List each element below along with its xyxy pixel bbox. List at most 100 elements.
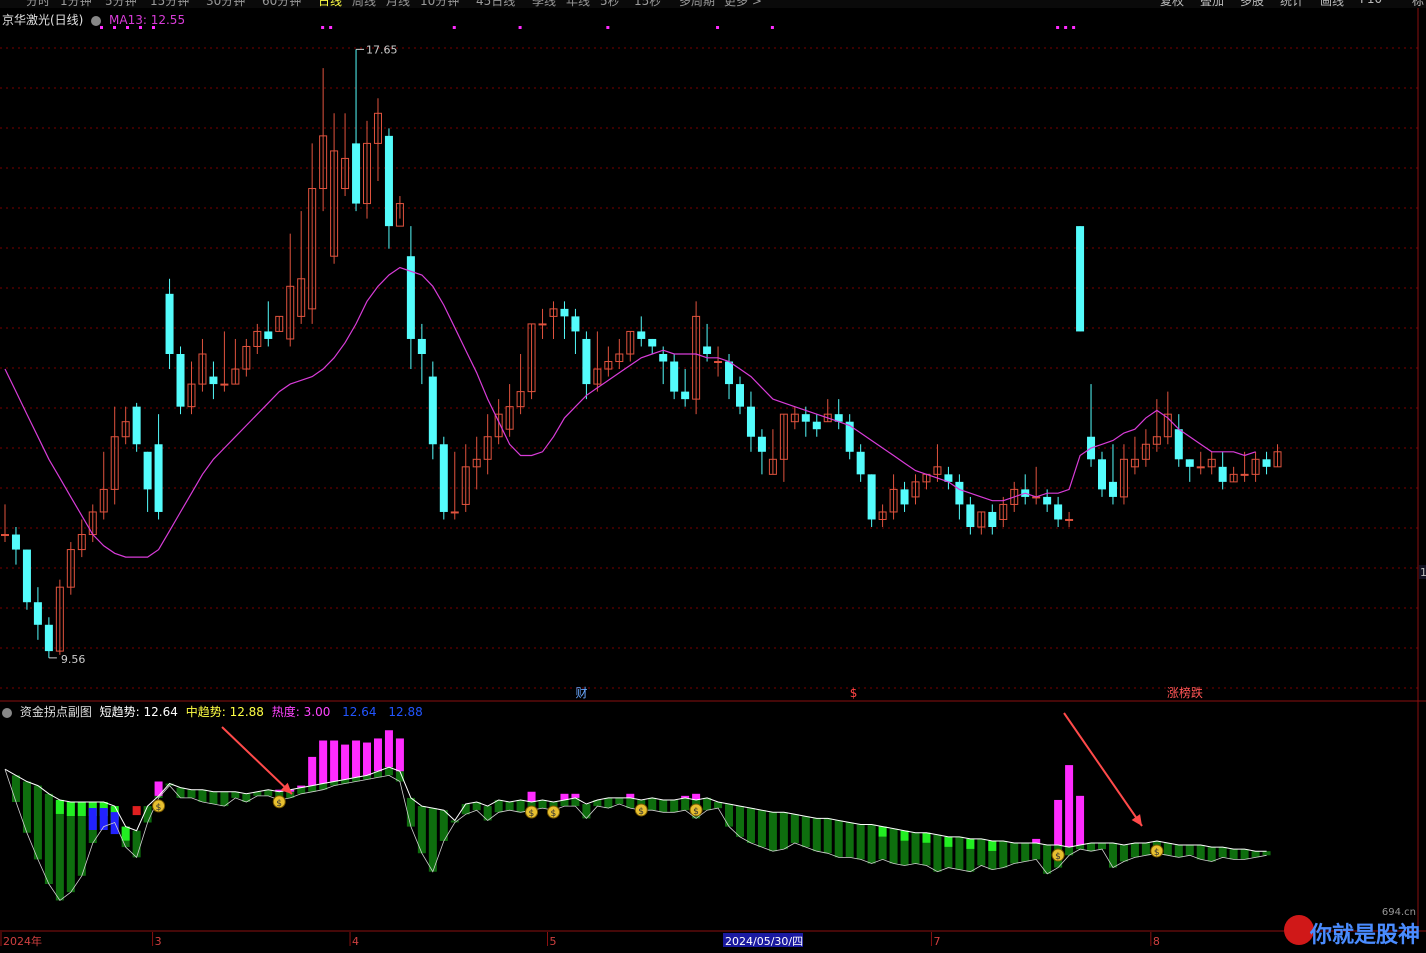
indicator-name: 资金拐点副图 bbox=[19, 705, 92, 719]
candle-body bbox=[450, 511, 459, 514]
date-label: 2024/05/30/四 bbox=[725, 935, 803, 948]
indicator-bar bbox=[176, 787, 185, 798]
arrow-head bbox=[1131, 814, 1142, 826]
indicator-bar bbox=[933, 834, 942, 872]
event-dot bbox=[1056, 26, 1060, 29]
heat-bar bbox=[363, 742, 372, 776]
candle-body bbox=[1098, 459, 1106, 490]
indicator-bar bbox=[132, 830, 141, 858]
candle-body bbox=[1054, 504, 1063, 520]
main-chart-header: 京华激光(日线) MA13: 12.55 bbox=[2, 11, 185, 28]
value-1: 12.64 bbox=[342, 705, 377, 719]
indicator-bar bbox=[670, 799, 679, 813]
indicator-bright-bar bbox=[944, 836, 953, 847]
candle-body bbox=[1108, 481, 1117, 497]
indicator-bar bbox=[1098, 843, 1106, 850]
candle-body bbox=[714, 361, 723, 364]
heat-bar bbox=[352, 740, 361, 778]
arrow-line bbox=[221, 726, 293, 795]
candle-body bbox=[1043, 496, 1052, 505]
indicator-bar bbox=[812, 818, 821, 852]
event-dot bbox=[321, 26, 325, 29]
indicator-bar bbox=[1119, 845, 1128, 862]
candle-body bbox=[11, 534, 20, 550]
indicator-bright-bar bbox=[922, 832, 931, 843]
heat-bar bbox=[571, 793, 580, 798]
candle-body bbox=[143, 451, 152, 490]
heat-bar bbox=[1054, 799, 1063, 846]
indicator-bar bbox=[11, 775, 20, 802]
indicator-bar bbox=[790, 814, 799, 843]
date-label: 3 bbox=[155, 935, 162, 948]
candle-body bbox=[571, 316, 580, 332]
money-bag-glyph: $ bbox=[693, 807, 699, 817]
settings-icon[interactable] bbox=[91, 15, 102, 26]
candle-body bbox=[637, 331, 646, 339]
heat-bar bbox=[1076, 795, 1085, 846]
heat-label: 热度: 3.00 bbox=[271, 705, 331, 719]
event-dot bbox=[452, 26, 456, 29]
candle-body bbox=[1240, 473, 1249, 476]
event-dot bbox=[606, 26, 610, 29]
indicator-blue-bar bbox=[88, 808, 97, 830]
candle-body bbox=[1218, 466, 1227, 482]
indicator-bar bbox=[33, 785, 42, 860]
candle-body bbox=[428, 376, 437, 445]
indicator-bar bbox=[757, 810, 766, 848]
indicator-bar bbox=[801, 816, 810, 848]
arrow-line bbox=[1063, 712, 1143, 827]
candle-body bbox=[955, 481, 964, 505]
date-label: 8 bbox=[1153, 935, 1160, 948]
candle-body bbox=[44, 624, 53, 652]
indicator-bar bbox=[143, 806, 152, 823]
indicator-bar bbox=[648, 797, 657, 811]
event-dot bbox=[770, 26, 774, 29]
indicator-bar bbox=[681, 797, 690, 811]
indicator-bar bbox=[746, 808, 755, 843]
candle-body bbox=[384, 135, 393, 227]
event-dot bbox=[329, 26, 333, 29]
candle-body bbox=[33, 602, 42, 625]
indicator-bar bbox=[1251, 851, 1260, 858]
indicator-bar bbox=[187, 789, 196, 798]
event-dot bbox=[716, 26, 720, 29]
event-zdt: 涨榜跌 bbox=[1167, 685, 1203, 700]
indicator-bar bbox=[1130, 843, 1139, 858]
indicator-bar bbox=[1021, 843, 1030, 862]
candle-body bbox=[746, 406, 755, 437]
value-2: 12.88 bbox=[388, 705, 423, 719]
event-cai: 财 bbox=[575, 686, 587, 700]
candle-body bbox=[154, 444, 163, 512]
candle-body bbox=[648, 338, 657, 347]
candle-body bbox=[1076, 226, 1085, 332]
indicator-bar bbox=[516, 799, 525, 813]
indicator-bar bbox=[735, 806, 744, 837]
money-bag-glyph: $ bbox=[551, 809, 557, 819]
event-dot bbox=[1072, 26, 1076, 29]
candle-body bbox=[735, 384, 744, 407]
sub-chart-header: 资金拐点副图 短趋势: 12.64 中趋势: 12.88 热度: 3.00 12… bbox=[2, 703, 423, 720]
indicator-bar bbox=[1185, 845, 1194, 856]
heat-bar bbox=[341, 744, 350, 780]
indicator-bar bbox=[1207, 847, 1216, 862]
settings-icon[interactable] bbox=[2, 707, 12, 718]
indicator-red-bar bbox=[132, 806, 141, 816]
indicator-bar bbox=[845, 822, 854, 858]
mid-trend-label: 中趋势: 12.88 bbox=[185, 705, 264, 719]
event-dollar: $ bbox=[850, 686, 858, 700]
candle-body bbox=[220, 383, 229, 386]
indicator-bar bbox=[1240, 849, 1249, 860]
ma13-label: MA13: 12.55 bbox=[109, 13, 186, 27]
candle-body bbox=[725, 361, 734, 385]
indicator-bar bbox=[615, 797, 624, 805]
indicator-bar bbox=[911, 832, 920, 864]
stock-name: 京华激光(日线) bbox=[2, 13, 84, 27]
indicator-bar bbox=[856, 824, 865, 860]
heat-bar bbox=[319, 740, 328, 784]
indicator-bright-bar bbox=[55, 799, 64, 814]
date-label: 4 bbox=[352, 935, 359, 948]
candle-body bbox=[439, 444, 448, 512]
candle-body bbox=[264, 331, 273, 339]
indicator-bar bbox=[1174, 845, 1183, 858]
heat-bar bbox=[330, 740, 339, 782]
